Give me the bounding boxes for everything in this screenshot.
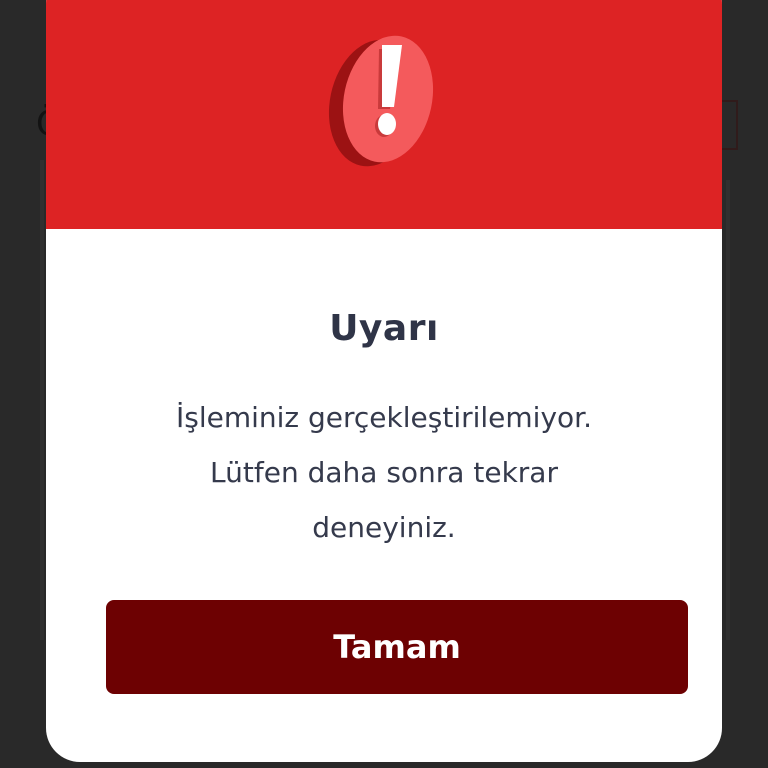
dialog-message: İşleminiz gerçekleştirilemiyor. Lütfen d…	[106, 390, 662, 555]
dialog-message-line: Lütfen daha sonra tekrar	[210, 456, 558, 489]
screen: Ö Uyarı İşleminiz gerçekleştirilemi	[0, 0, 768, 768]
alert-dialog: Uyarı İşleminiz gerçekleştirilemiyor. Lü…	[46, 0, 722, 762]
dialog-message-line: İşleminiz gerçekleştirilemiyor.	[175, 401, 592, 434]
dialog-title: Uyarı	[329, 308, 439, 349]
ok-button[interactable]: Tamam	[106, 600, 688, 694]
dialog-message-line: deneyiniz.	[312, 511, 456, 544]
exclamation-alert-icon	[328, 35, 434, 167]
dialog-header	[46, 0, 722, 229]
